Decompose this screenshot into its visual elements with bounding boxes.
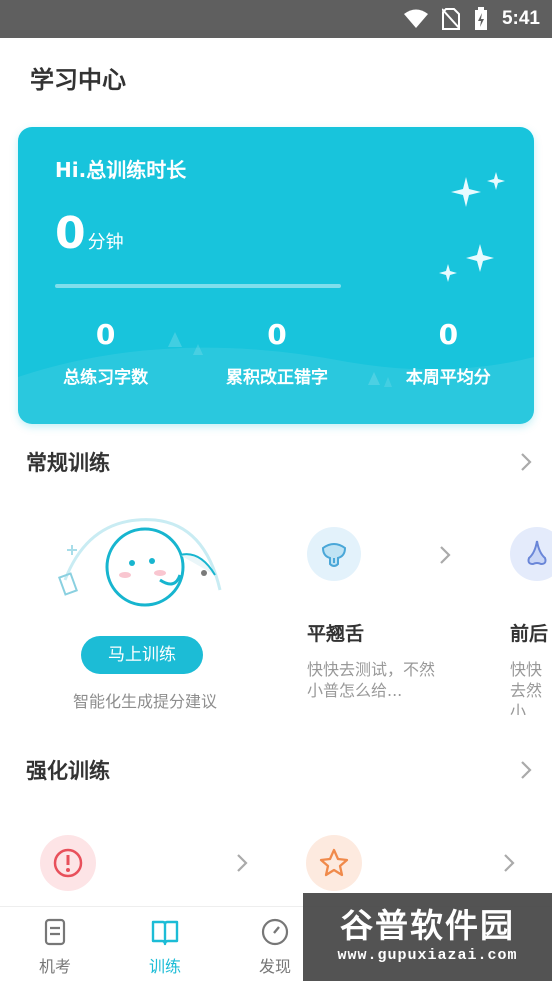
chevron-right-icon (440, 546, 451, 564)
front-back-nasal-card[interactable]: 前后 快快去然小 (490, 495, 552, 715)
nav-item-training[interactable]: 训练 (110, 907, 220, 981)
chevron-right-icon (504, 854, 515, 872)
watermark-logo: 谷普软件园 www.gupuxiazai.com (303, 893, 552, 981)
stat-label: 本周平均分 (405, 368, 491, 388)
mascot-illustration (58, 518, 222, 607)
exam-icon (44, 918, 66, 946)
stat-label: 累积改正错字 (225, 368, 328, 388)
nav-label: 机考 (38, 957, 71, 976)
hero-stats: 0 总练习字数 0 累积改正错字 0 本周平均分 (18, 315, 534, 388)
section-title: 常规训练 (26, 451, 110, 475)
minutes-unit: 分钟 (87, 232, 124, 253)
compass-icon (261, 918, 289, 946)
training-progress-bar (55, 284, 341, 288)
watermark-title: 谷普软件园 (340, 906, 515, 945)
stat-value: 0 (267, 318, 287, 351)
page-title: 学习中心 (30, 66, 126, 94)
card-description: 快快去测试，不然小普怎么给... (307, 660, 436, 700)
stat-total-words: 0 总练习字数 (20, 315, 191, 388)
card-description: 快快去然小 (510, 660, 543, 715)
status-time: 5:41 (501, 8, 540, 29)
regular-training-row: 马上训练 智能化生成提分建议 平翘舌 快快去测试，不然小普怎么给... 前后 快… (0, 495, 552, 725)
intensive-training-header[interactable]: 强化训练 (26, 755, 536, 785)
section-title: 强化训练 (26, 759, 110, 783)
battery-charging-icon (474, 7, 487, 30)
stat-label: 总练习字数 (63, 368, 149, 388)
hero-title: Hi.总训练时长 (55, 158, 187, 182)
sparkles-icon (439, 172, 505, 282)
intensive-card-star[interactable] (287, 810, 537, 905)
alert-icon (40, 835, 96, 891)
book-icon (151, 920, 179, 946)
stat-value: 0 (438, 318, 459, 351)
watermark-url: www.gupuxiazai.com (337, 947, 518, 964)
tongue-icon (307, 527, 361, 581)
chevron-right-icon (237, 854, 248, 872)
status-bar: 5:41 (0, 0, 552, 38)
chevron-right-icon[interactable] (516, 452, 536, 472)
stat-corrected-words: 0 累积改正错字 (191, 315, 362, 388)
chevron-right-icon[interactable] (516, 760, 536, 780)
intensive-training-row (0, 810, 552, 905)
nose-icon (510, 527, 552, 581)
stat-weekly-average: 0 本周平均分 (363, 315, 534, 388)
card-title: 前后 (510, 623, 549, 645)
total-minutes: 0 分钟 (55, 212, 124, 256)
smart-training-card[interactable]: 马上训练 智能化生成提分建议 (20, 495, 270, 715)
minutes-value: 0 (55, 208, 86, 259)
training-summary-card: Hi.总训练时长 0 分钟 0 总练习字数 0 累积改正错字 0 本周平均分 (18, 127, 534, 424)
card-title: 平翘舌 (307, 623, 365, 645)
regular-training-header[interactable]: 常规训练 (26, 447, 536, 477)
star-icon (306, 835, 362, 891)
nav-item-exam[interactable]: 机考 (0, 907, 110, 981)
flat-retroflex-card[interactable]: 平翘舌 快快去测试，不然小普怎么给... (287, 495, 477, 715)
intensive-card-alert[interactable] (20, 810, 270, 905)
smart-suggestion-text: 智能化生成提分建议 (72, 692, 217, 711)
nav-label: 训练 (148, 957, 181, 976)
stat-value: 0 (95, 318, 116, 351)
wifi-icon (403, 9, 428, 28)
start-training-button[interactable]: 马上训练 (81, 636, 203, 674)
no-sim-icon (441, 8, 460, 30)
